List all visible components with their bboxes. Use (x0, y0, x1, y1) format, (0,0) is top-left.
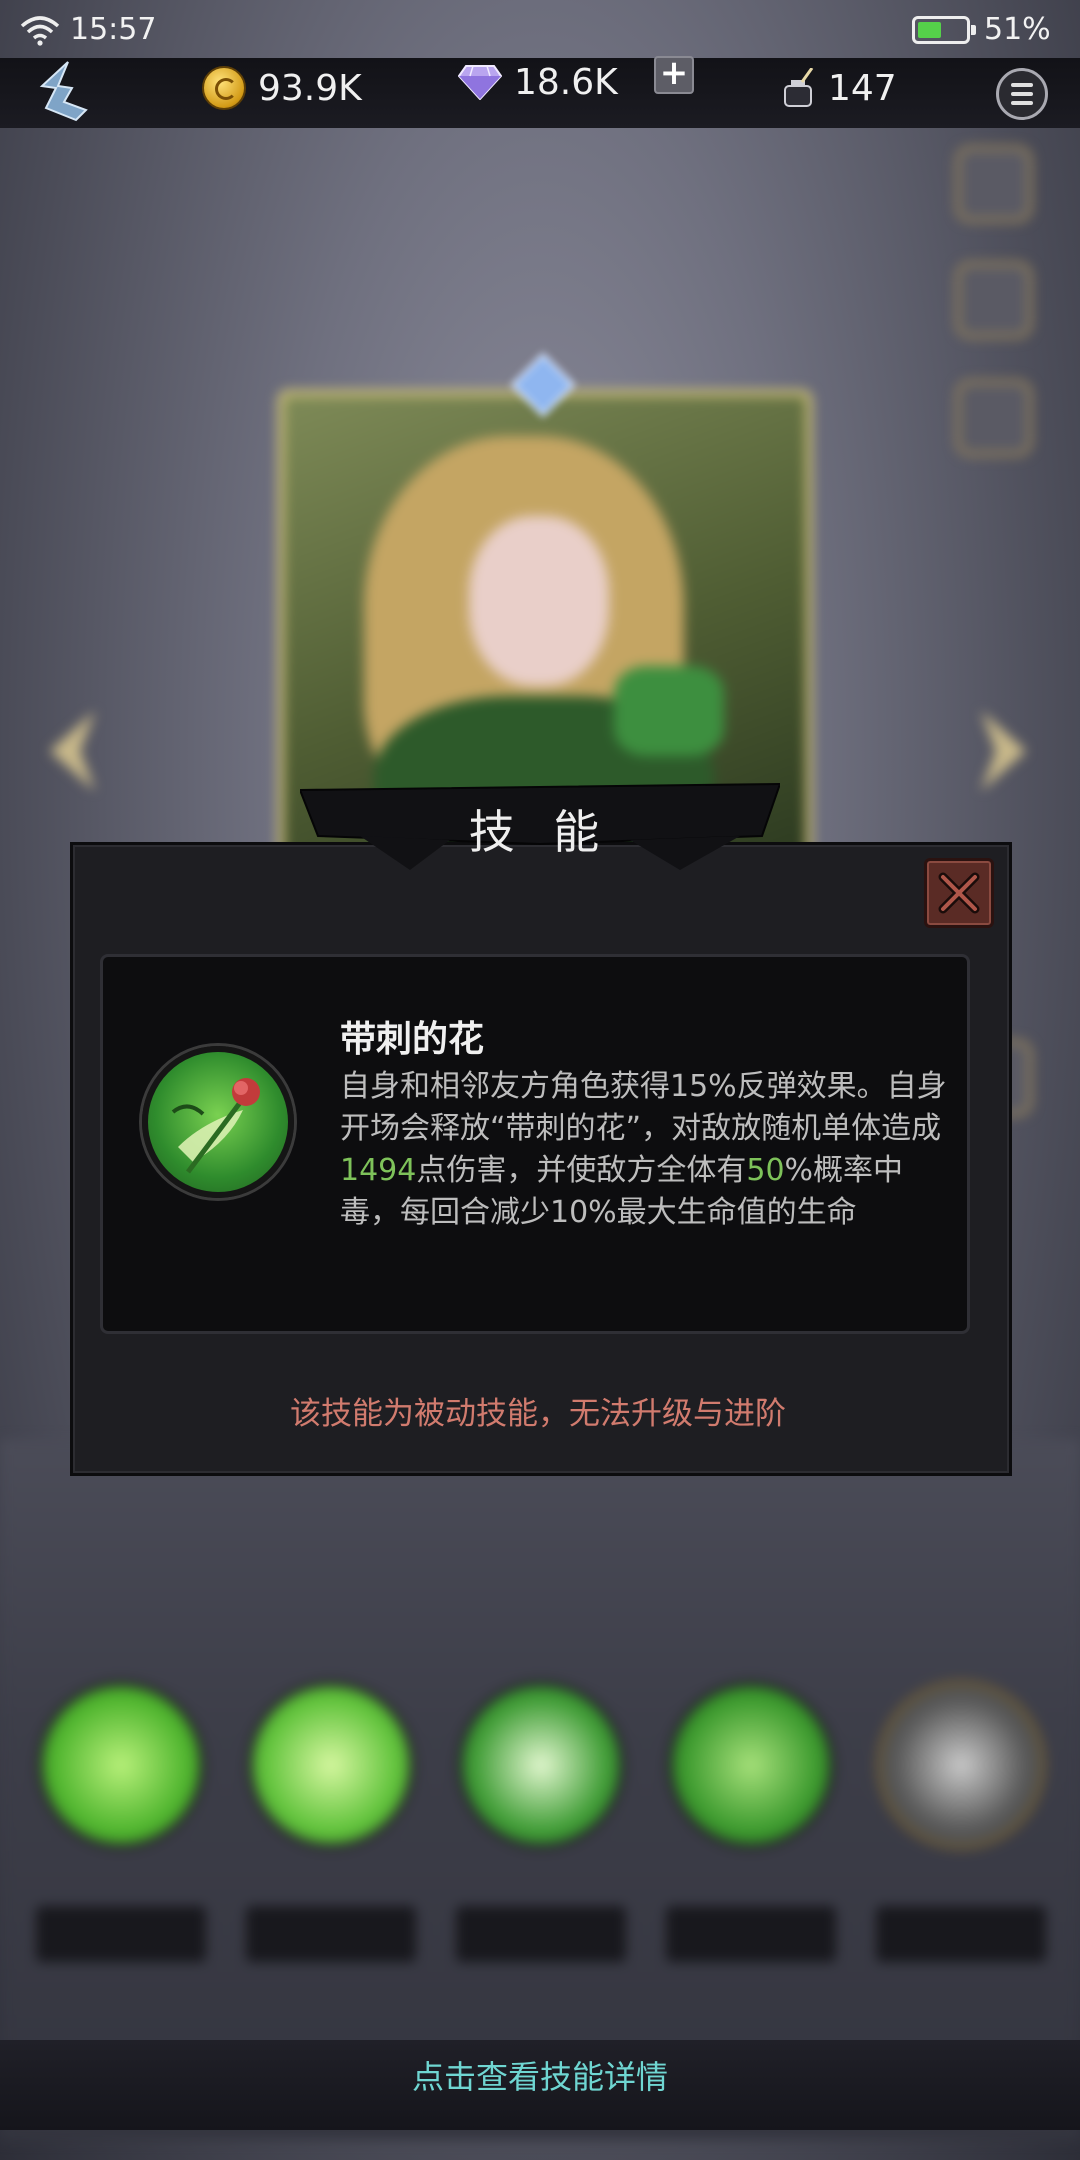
skill-level-4 (666, 1906, 836, 1962)
skill-name-2 (256, 1576, 406, 1616)
desc-part: 自身和相邻友方角色获得15%反弹效果。自身开场会释放“带刺的花”，对敌放随机单体… (340, 1069, 947, 1146)
ink-value: 147 (828, 67, 897, 109)
close-button[interactable] (924, 858, 994, 928)
resource-bar: 93.9K 18.6K 147 (0, 58, 1080, 128)
skill-description: 自身和相邻友方角色获得15%反弹效果。自身开场会释放“带刺的花”，对敌放随机单体… (340, 1066, 954, 1234)
desc-part: 点伤害，并使敌方全体有 (416, 1153, 747, 1188)
wifi-icon (20, 16, 60, 46)
status-bar: 15:57 51% (0, 0, 1080, 60)
prev-arrow-icon[interactable] (40, 706, 100, 796)
next-arrow-icon[interactable] (976, 706, 1036, 796)
skill-name: 带刺的花 (340, 1019, 485, 1060)
damage-value: 1494 (340, 1153, 417, 1188)
skill-orb-5[interactable] (876, 1680, 1046, 1850)
gem-counter: 18.6K (458, 52, 618, 112)
skill-level-3 (456, 1906, 626, 1962)
skill-level-1 (36, 1906, 206, 1962)
poison-chance-value: 50 (746, 1153, 785, 1188)
skill-level-5 (876, 1906, 1046, 1962)
skill-orb-3[interactable] (456, 1680, 626, 1850)
skill-orb-4[interactable] (666, 1680, 836, 1850)
plus-icon: + (659, 53, 689, 93)
gold-value: 93.9K (258, 67, 362, 109)
ink-icon (784, 68, 814, 107)
battery-icon (912, 16, 976, 44)
add-gems-button[interactable]: + (654, 56, 694, 94)
skill-name-5 (886, 1576, 1036, 1616)
skill-name-1 (46, 1576, 196, 1616)
passive-skill-note: 该技能为被动技能，无法升级与进阶 (290, 1396, 786, 1432)
side-button-3[interactable] (956, 380, 1032, 456)
close-icon (938, 872, 980, 914)
coin-icon (202, 66, 246, 110)
side-button-1[interactable] (956, 146, 1032, 222)
modal-title: 技 能 (468, 805, 612, 859)
clock: 15:57 (70, 12, 157, 47)
battery-percent: 51% (984, 12, 1051, 47)
ink-counter: 147 (780, 58, 897, 118)
menu-icon (1011, 83, 1033, 87)
skill-orb-1[interactable] (36, 1680, 206, 1850)
back-icon[interactable] (28, 58, 98, 124)
gold-counter: 93.9K (202, 58, 362, 118)
skill-orb-2[interactable] (246, 1680, 416, 1850)
gem-icon (458, 65, 502, 100)
view-skill-details-link[interactable]: 点击查看技能详情 (0, 2052, 1080, 2098)
skill-level-2 (246, 1906, 416, 1962)
skill-name-4 (676, 1576, 826, 1616)
menu-button[interactable] (996, 68, 1048, 120)
thorny-flower-icon (142, 1046, 294, 1198)
skill-name-3 (466, 1576, 616, 1616)
gem-value: 18.6K (514, 61, 618, 103)
side-button-2[interactable] (956, 262, 1032, 338)
